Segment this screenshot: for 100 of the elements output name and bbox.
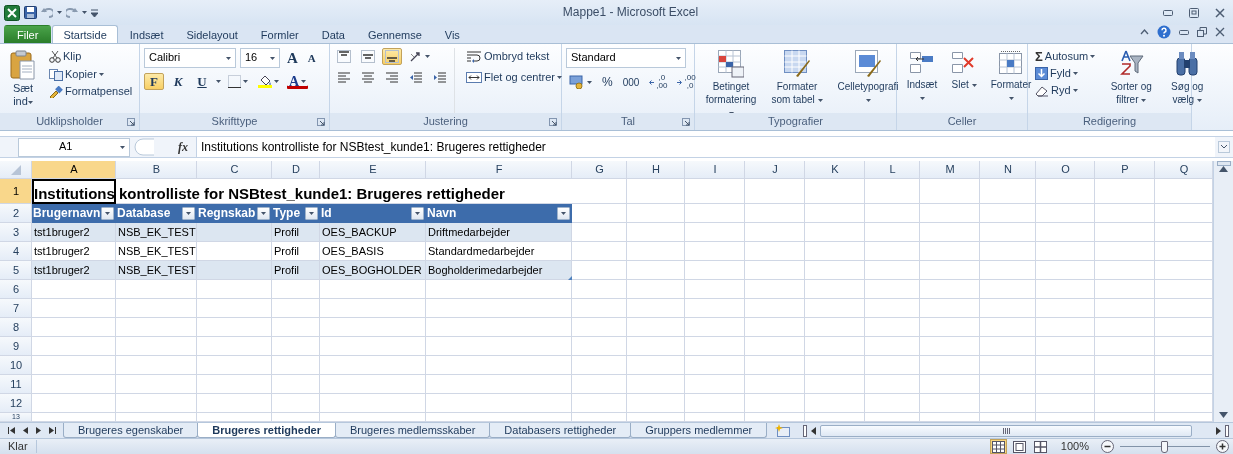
wrap-text-button[interactable]: Ombryd tekst: [463, 48, 565, 65]
column-header[interactable]: L: [865, 161, 920, 179]
customize-toolbar-icon[interactable]: [91, 8, 98, 17]
split-handle-icon[interactable]: [803, 424, 808, 437]
column-header[interactable]: M: [920, 161, 980, 179]
column-header[interactable]: K: [805, 161, 865, 179]
vertical-align-button[interactable]: [334, 48, 354, 65]
decrease-decimal-button[interactable]: ,00 ,0: [674, 72, 699, 92]
bold-button[interactable]: F: [144, 72, 164, 90]
insert-sheet-icon[interactable]: [775, 424, 792, 437]
delete-cells-button[interactable]: Slet: [947, 48, 981, 113]
row-header[interactable]: 1: [0, 179, 32, 204]
column-header[interactable]: G: [572, 161, 627, 179]
font-size-field[interactable]: 16: [240, 48, 280, 68]
row-header[interactable]: 5: [0, 261, 32, 280]
copy-button[interactable]: Kopier: [46, 66, 136, 83]
ribbon-tab[interactable]: Indsæt: [118, 25, 175, 43]
column-header[interactable]: A: [32, 161, 116, 179]
expand-formula-bar-icon[interactable]: [1218, 141, 1230, 153]
next-sheet-icon[interactable]: [36, 427, 41, 434]
column-header[interactable]: H: [627, 161, 685, 179]
row-header[interactable]: 3: [0, 223, 32, 242]
filter-button[interactable]: [257, 207, 270, 220]
zoom-in-icon[interactable]: [1216, 440, 1229, 453]
previous-sheet-icon[interactable]: [23, 427, 28, 434]
sheet-tab[interactable]: Databasers rettigheder: [489, 423, 632, 438]
scroll-up-icon[interactable]: [1219, 166, 1228, 172]
zoom-slider-thumb[interactable]: [1161, 440, 1168, 453]
font-color-button[interactable]: A: [286, 72, 310, 90]
scroll-thumb[interactable]: [820, 424, 1192, 437]
underline-button[interactable]: U: [192, 72, 212, 90]
minimize-icon[interactable]: [1163, 9, 1173, 16]
ribbon-tab[interactable]: Gennemse: [356, 25, 433, 43]
percent-button[interactable]: %: [599, 73, 616, 91]
currency-button[interactable]: [566, 73, 595, 91]
column-header[interactable]: P: [1095, 161, 1155, 179]
row-header[interactable]: 11: [0, 375, 32, 394]
restore-icon[interactable]: [1197, 27, 1207, 37]
close-icon[interactable]: [1215, 27, 1225, 37]
ribbon-tab[interactable]: Vis: [433, 25, 471, 43]
font-name-field[interactable]: Calibri: [144, 48, 236, 68]
sort-filter-button[interactable]: Sorter og filtrer: [1102, 48, 1161, 113]
filter-button[interactable]: [182, 207, 195, 220]
column-header[interactable]: J: [745, 161, 805, 179]
cut-button[interactable]: Klip: [46, 48, 136, 65]
row-header[interactable]: 7: [0, 299, 32, 318]
split-handle-icon[interactable]: [1216, 161, 1231, 166]
row-header[interactable]: 9: [0, 337, 32, 356]
clear-button[interactable]: Ryd: [1032, 82, 1099, 99]
dialog-launcher-icon[interactable]: [682, 118, 690, 126]
name-box[interactable]: A1: [18, 137, 130, 157]
conditional-formatting-button[interactable]: Betinget formatering: [699, 48, 763, 113]
sheet-tab[interactable]: Brugeres egenskaber: [63, 423, 199, 438]
sheet-tab[interactable]: Gruppers medlemmer: [630, 423, 768, 438]
dialog-launcher-icon[interactable]: [549, 118, 557, 126]
row-header[interactable]: 6: [0, 280, 32, 299]
insert-function-button[interactable]: fx: [170, 139, 196, 155]
help-icon[interactable]: [1157, 25, 1171, 39]
first-sheet-icon[interactable]: [8, 427, 15, 434]
increase-decimal-button[interactable]: ,0 ,00: [646, 72, 671, 92]
ribbon-tab[interactable]: Formler: [249, 25, 310, 43]
row-header[interactable]: 2: [0, 204, 32, 223]
format-as-table-button[interactable]: Formater som tabel: [767, 48, 827, 113]
view-button[interactable]: [1010, 439, 1028, 454]
ribbon-tab[interactable]: Startside: [52, 25, 118, 43]
column-header[interactable]: Q: [1155, 161, 1213, 179]
grow-font-button[interactable]: A: [284, 49, 301, 67]
sheet-tab[interactable]: Brugeres rettigheder: [197, 423, 336, 438]
row-header[interactable]: 8: [0, 318, 32, 337]
column-header[interactable]: I: [685, 161, 745, 179]
format-painter-button[interactable]: Formatpensel: [46, 83, 136, 100]
ribbon-tab[interactable]: Sidelayout: [175, 25, 249, 43]
column-header[interactable]: B: [116, 161, 197, 179]
vertical-align-button[interactable]: [358, 48, 378, 65]
collapse-ribbon-icon[interactable]: [1140, 29, 1149, 35]
filter-button[interactable]: [305, 207, 318, 220]
column-header[interactable]: D: [272, 161, 320, 179]
paste-button[interactable]: Sæt ind: [4, 48, 42, 113]
filter-button[interactable]: [101, 207, 114, 220]
column-header[interactable]: E: [320, 161, 426, 179]
column-header[interactable]: O: [1036, 161, 1095, 179]
view-button[interactable]: [1031, 439, 1049, 454]
table-resize-handle-icon[interactable]: [568, 276, 572, 280]
italic-button[interactable]: K: [168, 72, 188, 90]
ribbon-tab[interactable]: Data: [310, 25, 356, 43]
scroll-right-icon[interactable]: [1216, 426, 1221, 435]
save-icon[interactable]: [24, 6, 37, 19]
filter-button[interactable]: [411, 207, 424, 220]
row-header[interactable]: 12: [0, 394, 32, 413]
view-button[interactable]: [989, 439, 1007, 454]
fill-button[interactable]: Fyld: [1032, 65, 1099, 82]
last-sheet-icon[interactable]: [49, 427, 56, 434]
thousands-button[interactable]: 000: [619, 73, 643, 91]
scroll-left-icon[interactable]: [811, 426, 817, 435]
scroll-down-icon[interactable]: [1219, 412, 1228, 418]
formula-field[interactable]: Institutions kontrolliste for NSBtest_kunde1: Brugeres rettigheder: [196, 137, 1215, 157]
vertical-align-button[interactable]: [382, 48, 402, 65]
row-header[interactable]: 10: [0, 356, 32, 375]
shrink-font-button[interactable]: A: [304, 49, 319, 67]
zoom-out-icon[interactable]: [1101, 440, 1114, 453]
